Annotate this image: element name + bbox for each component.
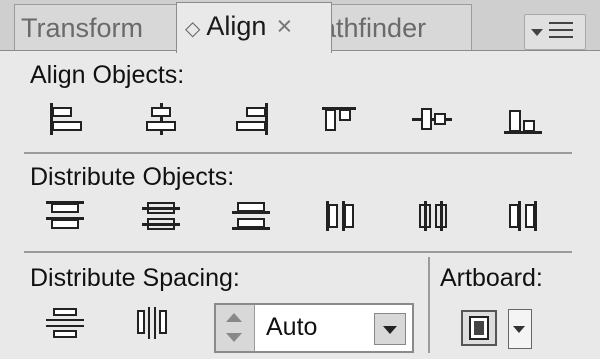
tab-align[interactable]: ◇ Align × [176, 2, 332, 53]
vertical-distribute-space-icon[interactable] [42, 303, 90, 343]
spacing-dropdown-button[interactable] [374, 313, 406, 345]
updown-icon: ◇ [185, 18, 201, 40]
vertical-distribute-bottom-icon[interactable] [228, 195, 276, 235]
horizontal-align-left-icon[interactable] [42, 99, 90, 139]
divider [24, 251, 572, 253]
tab-align-label: Align [206, 11, 267, 41]
vertical-divider [428, 257, 430, 353]
align-panel: Transform athfinder ◇ Align × Align Object… [0, 0, 600, 359]
vertical-distribute-center-icon[interactable] [138, 195, 186, 235]
tab-pathfinder-label: athfinder [321, 13, 427, 43]
tab-pathfinder[interactable]: athfinder [320, 4, 472, 51]
align-to-artboard-icon[interactable] [458, 307, 502, 349]
vertical-distribute-top-icon[interactable] [42, 195, 90, 235]
vertical-align-center-icon[interactable] [410, 99, 458, 139]
horizontal-align-center-icon[interactable] [138, 99, 186, 139]
horizontal-distribute-space-icon[interactable] [130, 303, 178, 343]
panel-body: Align Objects: Distribute Objects: Distr… [0, 50, 600, 359]
close-icon[interactable]: × [276, 11, 292, 41]
menu-arrow-icon [531, 29, 543, 36]
spacing-value[interactable]: Auto [266, 313, 317, 342]
horizontal-distribute-left-icon[interactable] [318, 195, 366, 235]
horizontal-distribute-right-icon[interactable] [500, 195, 548, 235]
vertical-align-top-icon[interactable] [318, 99, 366, 139]
spacing-stepper[interactable]: Auto [214, 303, 414, 353]
tab-bar: Transform athfinder ◇ Align × [0, 0, 600, 53]
menu-lines-icon [549, 22, 573, 43]
artboard-dropdown-button[interactable] [508, 309, 532, 349]
horizontal-align-right-icon[interactable] [228, 99, 276, 139]
distribute-objects-title: Distribute Objects: [30, 163, 235, 191]
artboard-title: Artboard: [440, 264, 543, 292]
tab-transform[interactable]: Transform [14, 4, 184, 51]
spinner-arrows-icon[interactable] [216, 305, 255, 351]
vertical-align-bottom-icon[interactable] [500, 99, 548, 139]
horizontal-distribute-center-icon[interactable] [410, 195, 458, 235]
tab-transform-label: Transform [21, 13, 144, 43]
align-objects-title: Align Objects: [30, 61, 185, 89]
divider [24, 152, 572, 154]
distribute-spacing-title: Distribute Spacing: [30, 264, 240, 292]
panel-menu-button[interactable] [524, 14, 586, 50]
